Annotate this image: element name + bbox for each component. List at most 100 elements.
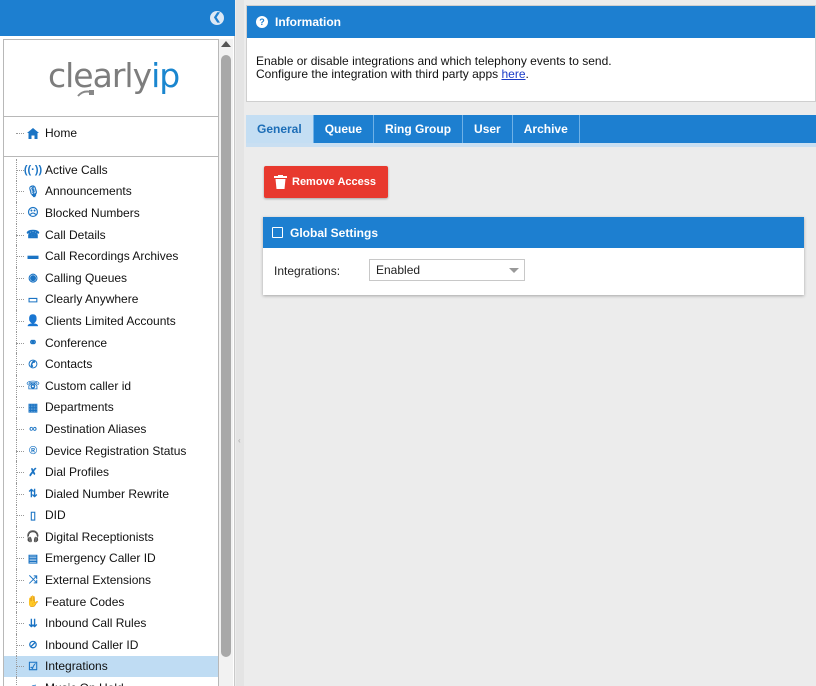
sidebar-item-blocked-numbers[interactable]: ☹ Blocked Numbers bbox=[4, 202, 218, 224]
tabs-area: General Queue Ring Group User Archive Remove… bbox=[246, 115, 816, 686]
link-icon: ∞ bbox=[29, 422, 37, 435]
tab-ring-group[interactable]: Ring Group bbox=[374, 115, 464, 143]
sidebar-item-label: Integrations bbox=[45, 659, 108, 674]
information-title: Information bbox=[275, 15, 341, 29]
microphone-icon: 🎙 bbox=[26, 185, 40, 198]
trash-icon bbox=[274, 175, 287, 189]
here-link[interactable]: here bbox=[501, 67, 525, 81]
plug-icon bbox=[77, 90, 94, 97]
sidebar-item-call-details[interactable]: ☎ Call Details bbox=[4, 223, 218, 246]
sidebar-item-inbound-call-rules[interactable]: ⇊ Inbound Call Rules bbox=[4, 612, 218, 635]
collapse-sidebar-icon[interactable]: ❮ bbox=[210, 11, 224, 25]
sidebar-item-label: Active Calls bbox=[45, 162, 108, 177]
contact-phone-icon: ✆ bbox=[28, 358, 38, 371]
integrations-select-value: Enabled bbox=[376, 263, 421, 277]
sidebar-item-label: Custom caller id bbox=[45, 378, 132, 393]
archive-icon: ▬ bbox=[27, 250, 39, 263]
sidebar-item-dial-profiles[interactable]: ✗ Dial Profiles bbox=[4, 461, 218, 483]
sidebar-item-destination-aliases[interactable]: ∞ Destination Aliases bbox=[4, 418, 218, 440]
caller-id-icon: ☏ bbox=[26, 380, 40, 393]
phone-slash-icon: ✗ bbox=[28, 466, 38, 479]
sidebar-item-feature-codes[interactable]: ✋ Feature Codes bbox=[4, 590, 218, 613]
eye-slash-icon: ⊘ bbox=[28, 639, 38, 652]
sidebar-item-label: Clearly Anywhere bbox=[45, 292, 139, 307]
remove-access-button[interactable]: Remove Access bbox=[264, 166, 388, 198]
sidebar-tree: clearlyip Home ((·)) Active Calls 🎙 Announc… bbox=[3, 39, 219, 686]
calendar-check-icon: ☑ bbox=[28, 660, 38, 673]
information-header: ? Information bbox=[247, 6, 815, 38]
tab-general[interactable]: General bbox=[246, 115, 314, 143]
sidebar-item-label: Emergency Caller ID bbox=[45, 551, 156, 566]
chevron-down-icon bbox=[509, 268, 519, 273]
sidebar-item-departments[interactable]: ▦ Departments bbox=[4, 396, 218, 419]
shuffle-icon: ⤨ bbox=[28, 573, 38, 586]
sidebar-item-call-recordings-archives[interactable]: ▬ Call Recordings Archives bbox=[4, 245, 218, 267]
sidebar-header: ❮ bbox=[0, 0, 235, 36]
sidebar-item-device-registration-status[interactable]: ® Device Registration Status bbox=[4, 439, 218, 462]
id-card-icon: ▤ bbox=[27, 552, 39, 565]
sidebar-item-announcements[interactable]: 🎙 Announcements bbox=[4, 180, 218, 203]
sidebar-item-custom-caller-id[interactable]: ☏ Custom caller id bbox=[4, 374, 218, 397]
sidebar-item-label: Destination Aliases bbox=[45, 421, 147, 436]
sidebar-item-label: Dial Profiles bbox=[45, 465, 110, 480]
registered-icon: ® bbox=[28, 444, 38, 457]
information-body: Enable or disable integrations and which… bbox=[247, 38, 815, 81]
sidebar-item-label: Dialed Number Rewrite bbox=[45, 486, 170, 501]
home-section: Home bbox=[4, 117, 218, 157]
handshake-icon: ⚭ bbox=[28, 337, 38, 350]
sidebar-item-clients-limited-accounts[interactable]: 👤 Clients Limited Accounts bbox=[4, 310, 218, 332]
panel-splitter[interactable]: ‹ bbox=[236, 0, 244, 686]
sidebar-item-label: Call Recordings Archives bbox=[45, 249, 179, 264]
sidebar-item-label: Inbound Caller ID bbox=[45, 637, 139, 652]
sidebar-item-label: Calling Queues bbox=[45, 270, 128, 285]
sidebar-item-did[interactable]: ▯ DID bbox=[4, 504, 218, 527]
tab-separator bbox=[246, 143, 816, 147]
tab-user[interactable]: User bbox=[463, 115, 513, 143]
tab-bar: General Queue Ring Group User Archive bbox=[246, 115, 816, 143]
sidebar-item-label: Clients Limited Accounts bbox=[45, 313, 176, 328]
sidebar-menu: ((·)) Active Calls 🎙 Announcements ☹ Blocked … bbox=[4, 157, 218, 686]
music-icon: ♫ bbox=[26, 681, 40, 686]
information-panel: ? Information Enable or disable integrat… bbox=[246, 5, 816, 102]
sidebar-item-home[interactable]: Home bbox=[4, 121, 218, 145]
sidebar-item-clearly-anywhere[interactable]: ▭ Clearly Anywhere bbox=[4, 288, 218, 311]
sidebar-item-dialed-number-rewrite[interactable]: ⇅ Dialed Number Rewrite bbox=[4, 482, 218, 505]
sidebar-item-calling-queues[interactable]: ◉ Calling Queues bbox=[4, 266, 218, 289]
sidebar-item-music-on-hold[interactable]: ♫ Music On Hold bbox=[4, 677, 218, 686]
sidebar-item-inbound-caller-id[interactable]: ⊘ Inbound Caller ID bbox=[4, 634, 218, 656]
sidebar-item-integrations[interactable]: ☑ Integrations bbox=[4, 655, 218, 678]
user-lock-icon: 👤 bbox=[26, 315, 40, 328]
sidebar-item-label: Conference bbox=[45, 335, 108, 350]
sidebar-item-label: Digital Receptionists bbox=[45, 529, 154, 544]
sidebar-scrollbar[interactable] bbox=[219, 39, 233, 686]
sidebar-item-label: DID bbox=[45, 508, 66, 523]
sidebar-item-label: Feature Codes bbox=[45, 594, 125, 609]
sidebar-item-active-calls[interactable]: ((·)) Active Calls bbox=[4, 159, 218, 181]
clearlyip-logo: clearlyip bbox=[48, 56, 180, 95]
sidebar-item-conference[interactable]: ⚭ Conference bbox=[4, 331, 218, 354]
integrations-select[interactable]: Enabled bbox=[369, 259, 525, 281]
home-icon bbox=[26, 126, 40, 140]
blocked-face-icon: ☹ bbox=[27, 207, 39, 220]
sidebar: ❮ clearlyip Home ((·)) Active Calls 🎙 Annou… bbox=[0, 0, 235, 686]
tab-queue[interactable]: Queue bbox=[314, 115, 375, 143]
sidebar-item-external-extensions[interactable]: ⤨ External Extensions bbox=[4, 569, 218, 591]
queue-icon: ◉ bbox=[28, 272, 38, 285]
sidebar-item-contacts[interactable]: ✆ Contacts bbox=[4, 353, 218, 375]
global-settings-header: Global Settings bbox=[263, 217, 804, 248]
building-icon: ▦ bbox=[27, 401, 39, 414]
screen-icon: ▭ bbox=[27, 293, 39, 306]
sidebar-item-label: Inbound Call Rules bbox=[45, 616, 147, 631]
scroll-thumb[interactable] bbox=[221, 55, 231, 657]
sidebar-item-emergency-caller-id[interactable]: ▤ Emergency Caller ID bbox=[4, 547, 218, 570]
logo-area: clearlyip bbox=[4, 40, 218, 117]
global-settings-body: Integrations: Enabled bbox=[263, 248, 804, 295]
sidebar-item-label: Device Registration Status bbox=[45, 443, 187, 458]
sidebar-item-digital-receptionists[interactable]: 🎧 Digital Receptionists bbox=[4, 526, 218, 548]
information-line-2: Configure the integration with third par… bbox=[256, 67, 529, 81]
scroll-up-arrow-icon[interactable] bbox=[221, 41, 231, 47]
tab-archive[interactable]: Archive bbox=[513, 115, 580, 143]
global-settings-title: Global Settings bbox=[290, 225, 379, 240]
mobile-icon: ▯ bbox=[29, 509, 37, 522]
splitter-grip-icon: ‹ bbox=[238, 436, 241, 445]
